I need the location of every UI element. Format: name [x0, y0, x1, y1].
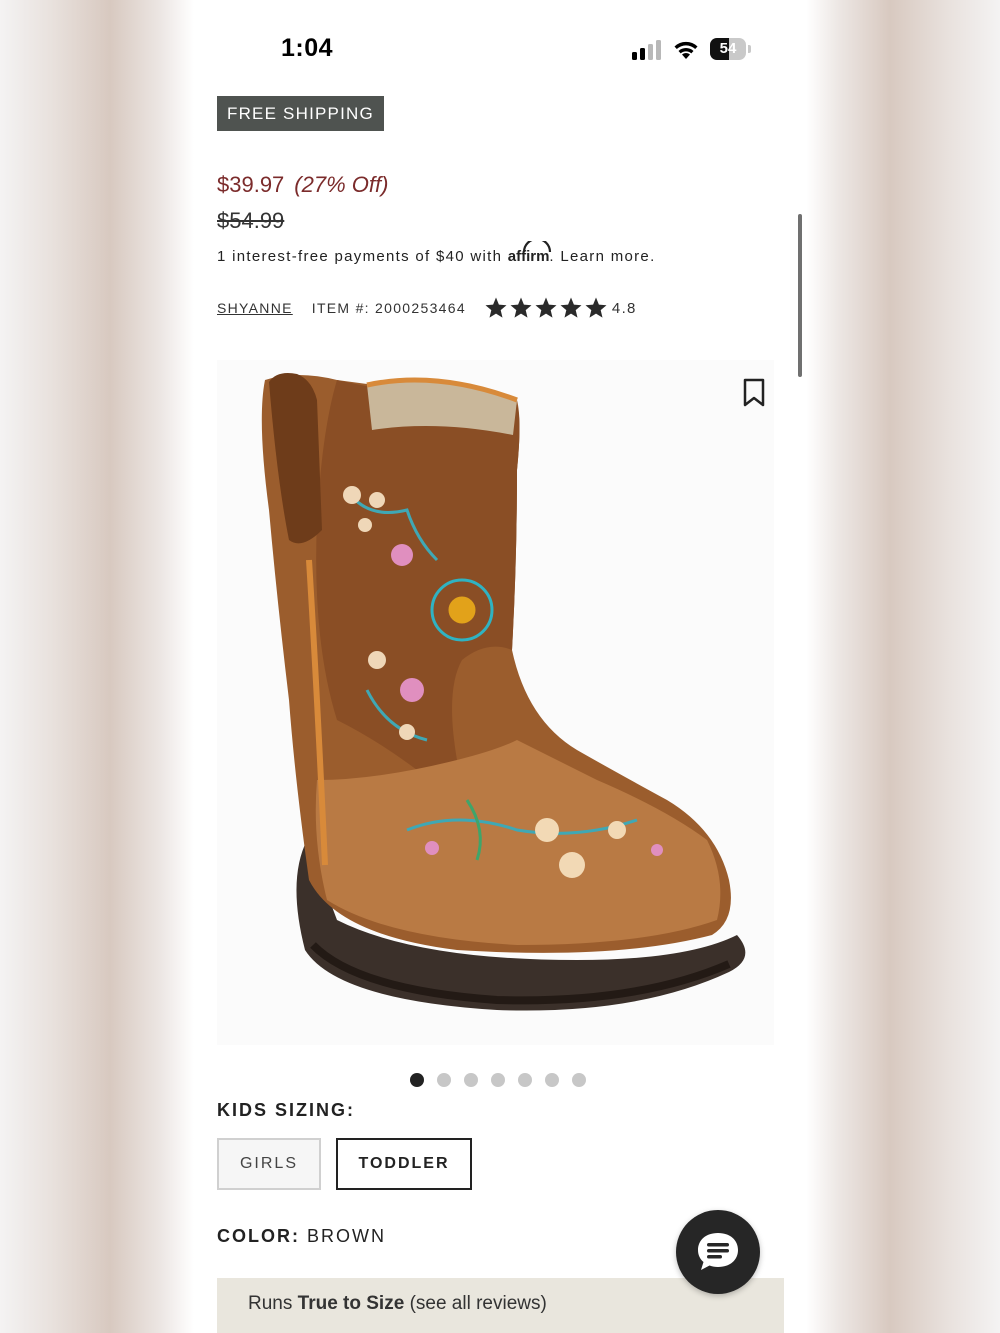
affirm-financing[interactable]: 1 interest-free payments of $40 with aff…: [217, 241, 656, 265]
size-option-toddler[interactable]: TODDLER: [336, 1138, 472, 1190]
carousel-dot[interactable]: [545, 1073, 559, 1087]
price-row: $39.97 (27% Off): [217, 172, 388, 198]
kids-sizing-label: KIDS SIZING:: [217, 1100, 356, 1120]
rating-value: 4.8: [611, 299, 637, 317]
brand-link[interactable]: SHYANNE: [217, 300, 293, 316]
scrollbar-thumb[interactable]: [798, 214, 802, 377]
affirm-text: 1 interest-free payments of $40 with: [217, 248, 503, 265]
fit-prefix: Runs: [248, 1293, 293, 1314]
color-row: COLOR: BROWN: [217, 1226, 386, 1247]
product-image[interactable]: [217, 360, 774, 1045]
cellular-signal-icon: [632, 40, 661, 60]
color-value: BROWN: [307, 1226, 387, 1246]
star-icon: [535, 297, 557, 318]
affirm-learn-more[interactable]: . Learn more.: [549, 248, 655, 265]
discount-percent: (27% Off): [294, 172, 389, 197]
free-shipping-badge: FREE SHIPPING: [217, 96, 384, 131]
product-meta-row: SHYANNE ITEM #: 2000253464 4.8: [217, 296, 637, 320]
size-option-girls[interactable]: GIRLS: [217, 1138, 321, 1190]
chat-button[interactable]: [676, 1210, 760, 1294]
rating-stars[interactable]: [484, 296, 608, 320]
carousel-dot[interactable]: [572, 1073, 586, 1087]
fit-rating: True to Size: [297, 1293, 405, 1314]
bookmark-icon[interactable]: [742, 378, 766, 408]
item-number: ITEM #: 2000253464: [311, 300, 466, 316]
star-icon: [585, 297, 607, 318]
fit-text: Runs True to Size (see all reviews): [248, 1293, 547, 1315]
battery-indicator: 54: [710, 38, 752, 60]
chat-icon: [698, 1233, 738, 1270]
star-icon: [485, 297, 507, 318]
battery-percent: 54: [719, 40, 737, 57]
battery-cap: [748, 45, 751, 53]
phone-screen: 1:04 54 FREE SHIPPING $39.97 (27% Off) $5…: [194, 0, 807, 1333]
sale-price: $39.97: [217, 172, 285, 197]
battery-body: 54: [710, 38, 746, 60]
carousel-dot[interactable]: [491, 1073, 505, 1087]
original-price: $54.99: [217, 208, 285, 233]
star-icon: [510, 297, 532, 318]
wifi-icon: [674, 41, 698, 59]
affirm-logo: affirm: [508, 241, 551, 265]
see-all-reviews-link[interactable]: (see all reviews): [410, 1293, 547, 1314]
color-label: COLOR:: [217, 1226, 300, 1246]
carousel-dot[interactable]: [518, 1073, 532, 1087]
star-icon: [560, 297, 582, 318]
affirm-arc-icon: [522, 241, 551, 253]
carousel-dot[interactable]: [410, 1073, 424, 1087]
carousel-dot[interactable]: [437, 1073, 451, 1087]
image-carousel-dots[interactable]: [410, 1073, 586, 1087]
carousel-dot[interactable]: [464, 1073, 478, 1087]
status-time: 1:04: [281, 34, 334, 62]
